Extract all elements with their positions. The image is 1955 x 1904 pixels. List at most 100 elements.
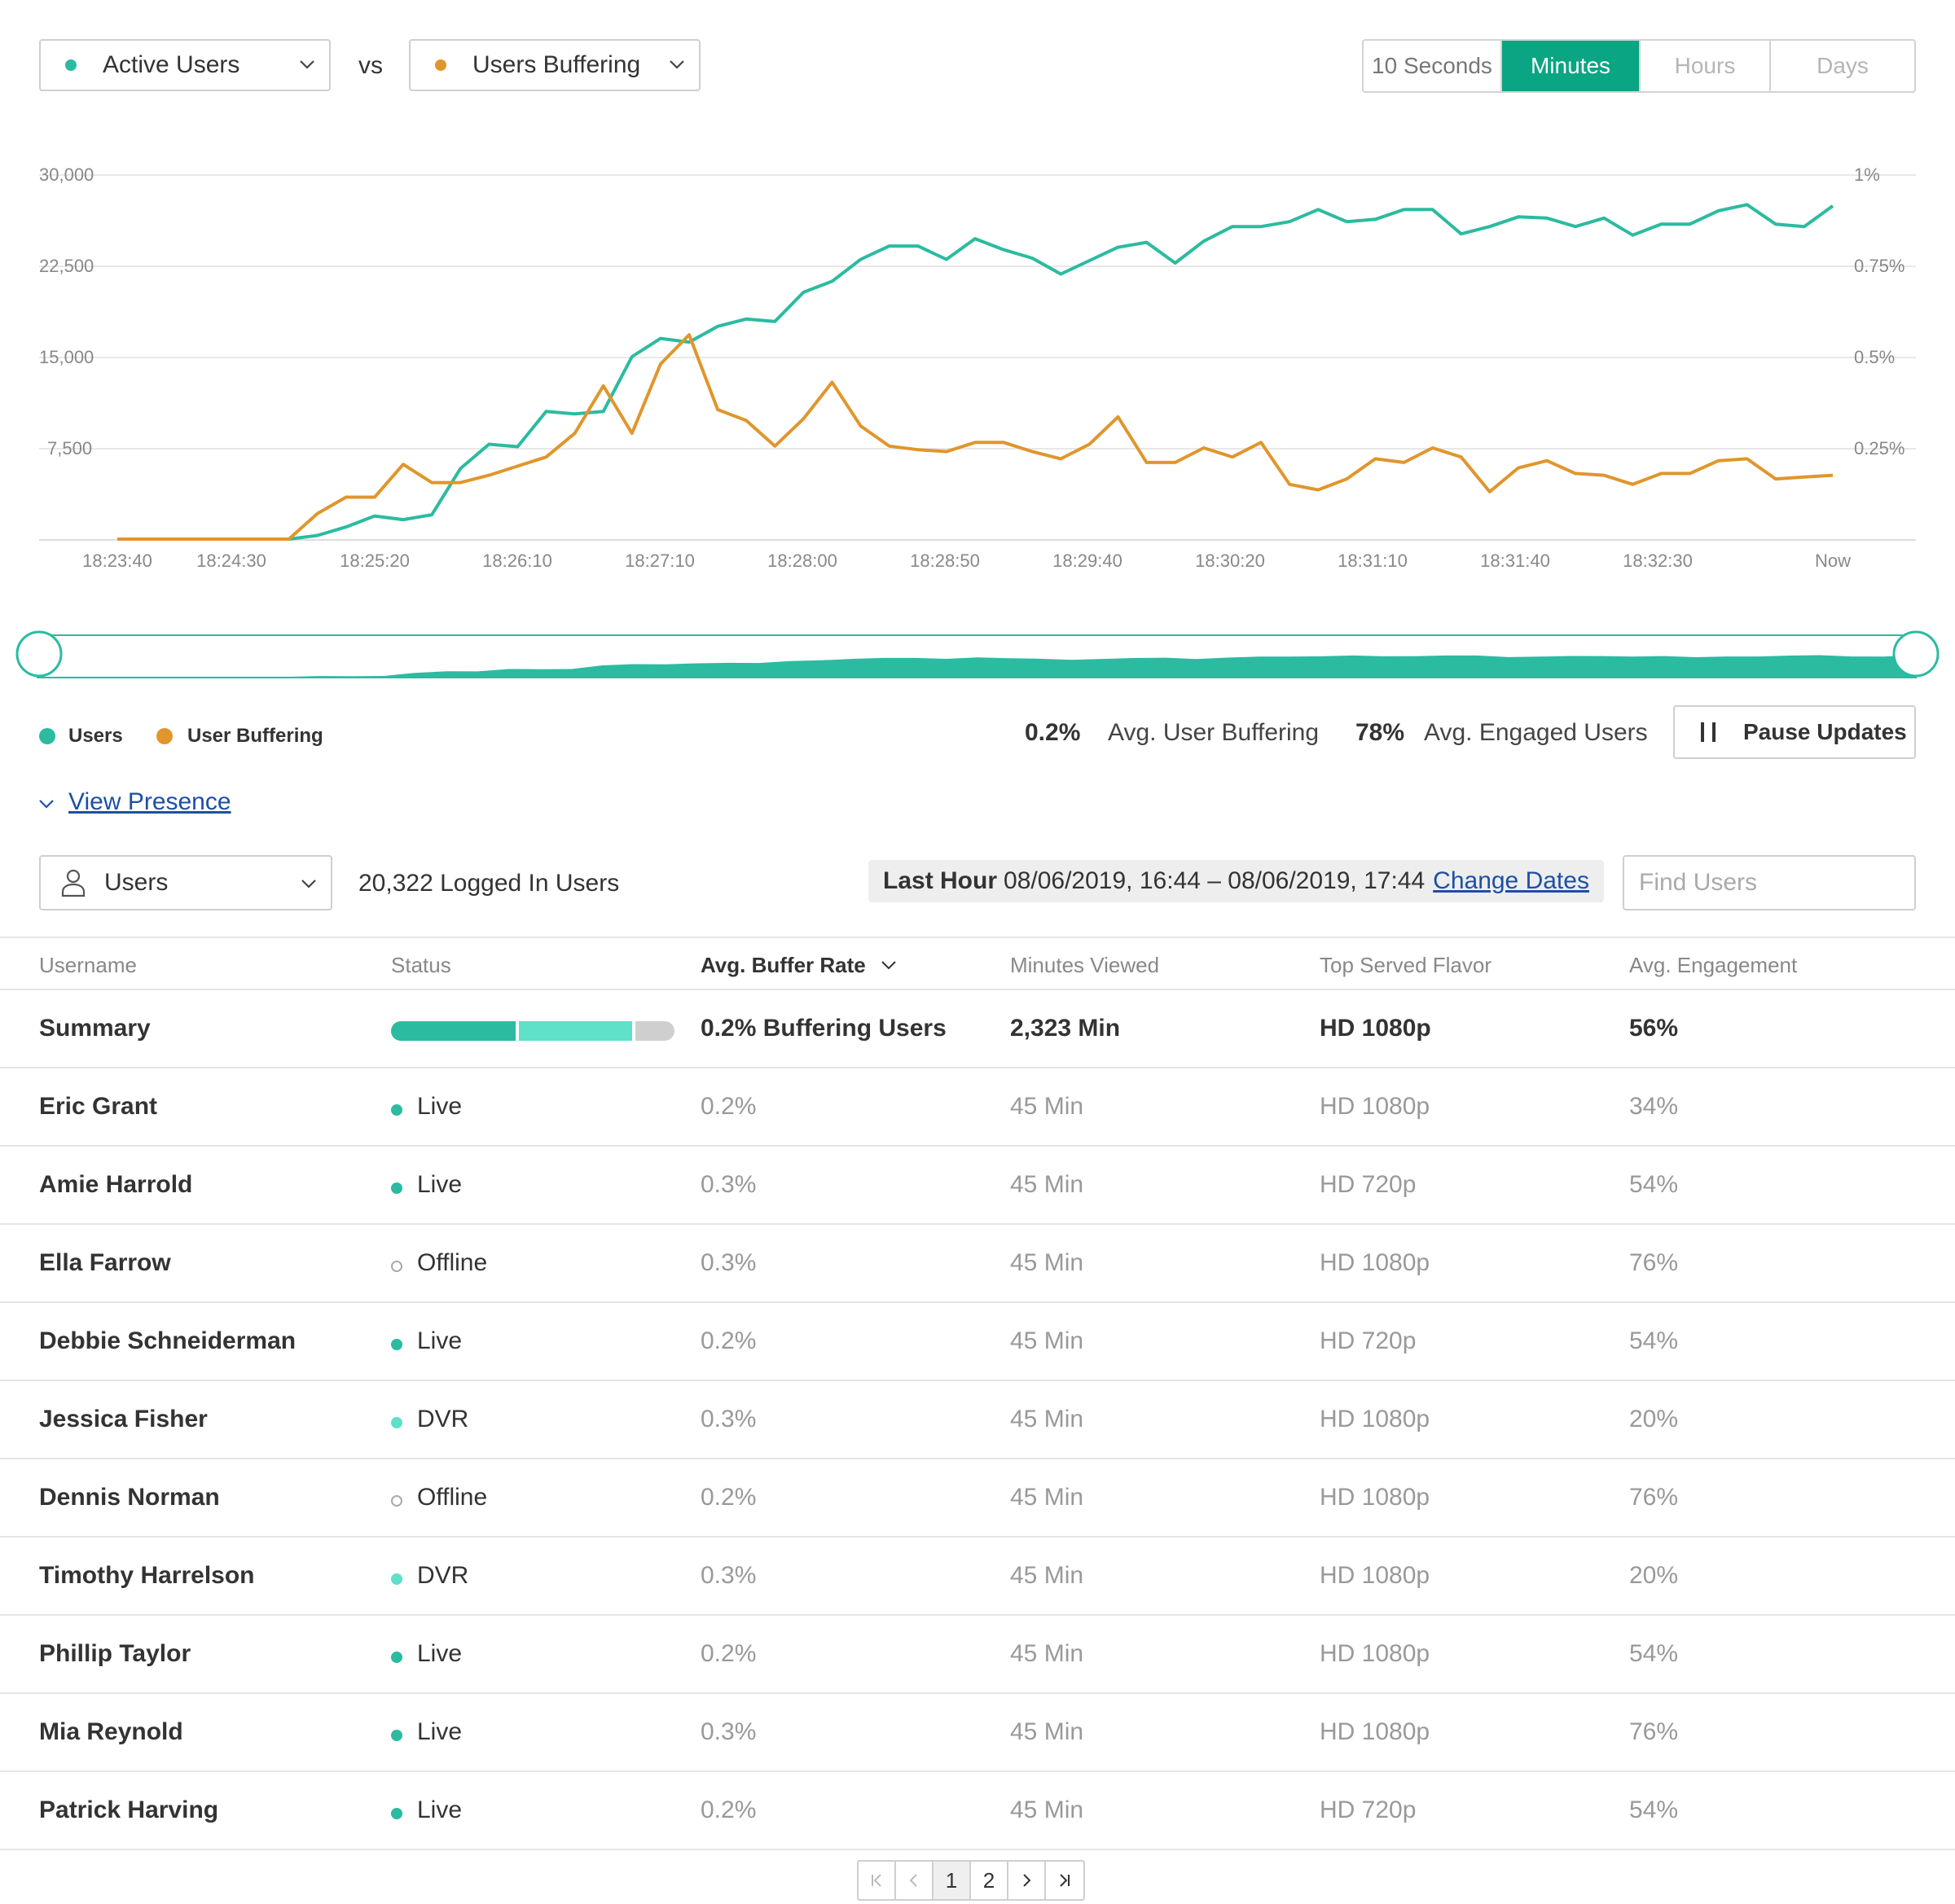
table-row[interactable]: Patrick Harving Live 0.2% 45 Min HD 720p 54%	[0, 1772, 1955, 1850]
header-avg-engagement[interactable]: Avg. Engagement	[1629, 953, 1797, 978]
engagement-cell: 76%	[1629, 1718, 1679, 1745]
table-row[interactable]: Eric Grant Live 0.2% 45 Min HD 1080p 34%	[0, 1068, 1955, 1147]
range-slider[interactable]	[0, 619, 1955, 700]
pagination: 1 2	[857, 1860, 1085, 1901]
flavor-cell: HD 1080p	[1320, 1640, 1430, 1667]
table-row[interactable]: Phillip Taylor Live 0.2% 45 Min HD 1080p 54%	[0, 1616, 1955, 1694]
summary-engagement: 56%	[1629, 1015, 1679, 1042]
engagement-cell: 76%	[1629, 1484, 1679, 1511]
pause-icon	[1699, 722, 1717, 742]
status-live-segment	[391, 1021, 516, 1041]
status-dvr-segment	[519, 1021, 633, 1041]
minutes-viewed-cell: 45 Min	[1010, 1797, 1084, 1823]
buffer-rate-cell: 0.3%	[701, 1562, 757, 1589]
x-tick-label: 18:27:10	[625, 551, 695, 571]
prev-page-icon	[909, 1874, 917, 1887]
table-row[interactable]: Jessica Fisher DVR 0.3% 45 Min HD 1080p 20%	[0, 1381, 1955, 1459]
buffer-rate-cell: 0.2%	[701, 1484, 757, 1511]
engagement-cell: 20%	[1629, 1406, 1679, 1432]
status-cell: DVR	[417, 1406, 469, 1432]
username-cell: Dennis Norman	[39, 1484, 220, 1511]
prev-page-button[interactable]	[896, 1862, 934, 1899]
next-page-button[interactable]	[1008, 1862, 1046, 1899]
buffer-rate-cell: 0.3%	[701, 1171, 757, 1198]
legend-users: Users	[68, 725, 123, 747]
view-presence-link[interactable]: View Presence	[68, 788, 231, 816]
table-row[interactable]: Timothy Harrelson DVR 0.3% 45 Min HD 1080p 20…	[0, 1538, 1955, 1616]
engagement-cell: 54%	[1629, 1640, 1679, 1667]
user-icon	[61, 869, 86, 897]
buffer-rate-cell: 0.2%	[701, 1093, 757, 1120]
minutes-viewed-cell: 45 Min	[1010, 1093, 1084, 1120]
series-line-buffering	[117, 333, 1834, 541]
change-dates-link[interactable]: Change Dates	[1433, 867, 1589, 895]
x-tick-label: 18:25:20	[340, 551, 410, 571]
last-page-button[interactable]	[1046, 1862, 1083, 1899]
avg-engaged-label: Avg. Engaged Users	[1424, 719, 1648, 746]
next-page-icon	[1023, 1874, 1031, 1887]
minutes-viewed-cell: 45 Min	[1010, 1327, 1084, 1354]
date-range-preset: Last Hour	[883, 867, 998, 894]
avg-buffering-label: Avg. User Buffering	[1108, 719, 1320, 746]
minutes-viewed-cell: 45 Min	[1010, 1718, 1084, 1745]
pause-updates-button[interactable]: Pause Updates	[1673, 705, 1916, 759]
find-users-input[interactable]	[1623, 855, 1916, 910]
range-handle-right	[1892, 630, 1940, 678]
status-cell: DVR	[417, 1562, 469, 1589]
table-row[interactable]: Mia Reynold Live 0.3% 45 Min HD 1080p 76%	[0, 1694, 1955, 1772]
header-top-served-flavor[interactable]: Top Served Flavor	[1320, 953, 1492, 978]
table-row[interactable]: Amie Harrold Live 0.3% 45 Min HD 720p 54%	[0, 1147, 1955, 1225]
header-status[interactable]: Status	[391, 953, 451, 978]
status-cell: Live	[417, 1171, 463, 1198]
status-cell: Offline	[417, 1249, 488, 1276]
flavor-cell: HD 1080p	[1320, 1093, 1430, 1120]
users-filter-label: Users	[104, 869, 169, 896]
flavor-cell: HD 1080p	[1320, 1562, 1430, 1589]
users-filter-select[interactable]: Users	[39, 855, 332, 910]
chevron-down-icon	[301, 880, 316, 888]
table-row[interactable]: Ella Farrow Offline 0.3% 45 Min HD 1080p 76%	[0, 1225, 1955, 1303]
x-tick-label: Now	[1814, 551, 1851, 571]
avg-buffering-value: 0.2%	[1025, 719, 1081, 746]
flavor-cell: HD 1080p	[1320, 1249, 1430, 1276]
buffer-rate-cell: 0.3%	[701, 1406, 757, 1432]
status-dot	[391, 1182, 402, 1194]
username-cell: Eric Grant	[39, 1093, 158, 1120]
username-cell: Jessica Fisher	[39, 1406, 208, 1432]
chevron-down-icon[interactable]	[37, 795, 55, 813]
page-2-button[interactable]: 2	[971, 1862, 1008, 1899]
engagement-cell: 54%	[1629, 1327, 1679, 1354]
status-dot	[391, 1417, 402, 1428]
table-row[interactable]: Debbie Schneiderman Live 0.2% 45 Min HD 720p…	[0, 1303, 1955, 1381]
x-tick-label: 18:30:20	[1195, 551, 1265, 571]
minutes-viewed-cell: 45 Min	[1010, 1171, 1084, 1198]
minutes-viewed-cell: 45 Min	[1010, 1640, 1084, 1667]
legend-buffering: User Buffering	[187, 725, 323, 747]
avg-engaged-value: 78%	[1355, 719, 1405, 746]
first-page-icon	[872, 1874, 881, 1887]
summary-row: Summary 0.2% Buffering Users 2,323 Min H…	[0, 990, 1955, 1068]
date-range-value: 08/06/2019, 16:44 – 08/06/2019, 17:44	[1004, 867, 1426, 894]
x-tick-label: 18:26:10	[482, 551, 552, 571]
page-1-button[interactable]: 1	[934, 1862, 971, 1899]
buffer-rate-cell: 0.2%	[701, 1640, 757, 1667]
status-cell: Offline	[417, 1484, 488, 1511]
username-cell: Debbie Schneiderman	[39, 1327, 297, 1354]
minutes-viewed-cell: 45 Min	[1010, 1249, 1084, 1276]
engagement-cell: 54%	[1629, 1797, 1679, 1823]
first-page-button[interactable]	[859, 1862, 896, 1899]
status-distribution-bar	[391, 1021, 674, 1041]
legend-buffering-dot	[156, 728, 173, 744]
header-avg-buffer-rate[interactable]: Avg. Buffer Rate	[701, 953, 866, 978]
minutes-viewed-cell: 45 Min	[1010, 1406, 1084, 1432]
buffer-rate-cell: 0.3%	[701, 1249, 757, 1276]
username-cell: Ella Farrow	[39, 1249, 171, 1276]
minutes-viewed-cell: 45 Min	[1010, 1484, 1084, 1511]
status-dot	[391, 1573, 402, 1585]
x-tick-label: 18:28:50	[910, 551, 980, 571]
sort-desc-icon[interactable]	[880, 956, 898, 974]
header-minutes-viewed[interactable]: Minutes Viewed	[1010, 953, 1159, 978]
header-username[interactable]: Username	[39, 953, 137, 978]
table-row[interactable]: Dennis Norman Offline 0.2% 45 Min HD 1080p 76…	[0, 1459, 1955, 1538]
buffer-rate-cell: 0.2%	[701, 1797, 757, 1823]
